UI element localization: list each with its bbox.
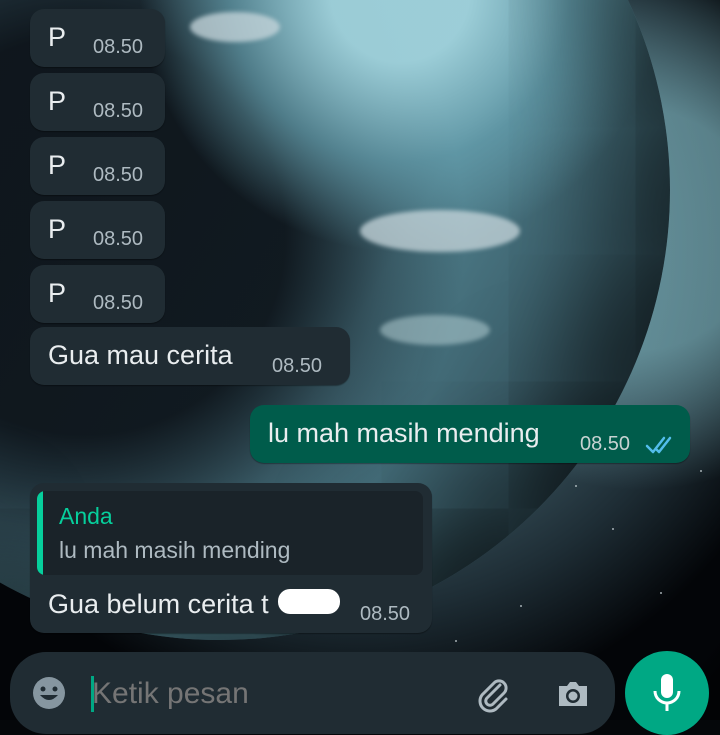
wallpaper-star [520,605,522,607]
message-time: 08.50 [93,164,144,186]
incoming-message-bubble[interactable]: Gua mau cerita 08.50 [30,327,350,385]
message-composer[interactable] [10,652,615,734]
wallpaper-star [575,485,577,487]
message-text: P [48,214,67,244]
message-time: 08.50 [93,292,144,314]
outgoing-message-bubble[interactable]: lu mah masih mending 08.50 [250,405,690,463]
message-time: 08.50 [93,100,144,122]
wallpaper-star [612,528,614,530]
message-text: P [48,22,67,52]
censor-scribble [278,589,340,614]
wallpaper-star [455,640,457,642]
incoming-message-bubble[interactable]: P 08.50 [30,137,165,195]
message-text: Gua mau cerita [48,340,233,370]
wallpaper-star [660,592,662,594]
message-text: P [48,150,67,180]
message-text: Gua belum cerita t [48,589,269,619]
mic-icon [649,671,685,715]
message-text: P [48,278,67,308]
read-double-tick-icon [645,435,677,460]
wallpaper-cloud [360,210,520,252]
wallpaper-cloud [190,12,280,42]
message-time: 08.50 [360,603,411,625]
quoted-message-card[interactable]: Anda lu mah masih mending [37,491,423,575]
message-time: 08.50 [93,228,144,250]
incoming-message-bubble[interactable]: P 08.50 [30,9,165,67]
incoming-message-bubble[interactable]: P 08.50 [30,201,165,259]
attach-icon[interactable] [473,674,513,714]
message-time: 08.50 [272,355,323,377]
message-time: 08.50 [580,433,631,455]
camera-icon[interactable] [553,674,593,714]
wallpaper-cloud [380,315,490,345]
mic-button[interactable] [625,651,709,735]
incoming-message-bubble[interactable]: P 08.50 [30,265,165,323]
message-time: 08.50 [93,36,144,58]
message-text: P [48,86,67,116]
quoted-message-accent-bar [37,491,43,575]
message-input[interactable] [90,670,464,718]
emoji-icon[interactable] [30,674,68,712]
wallpaper-star [700,470,702,472]
message-text: lu mah masih mending [268,418,540,448]
quoted-author: Anda [59,503,113,529]
incoming-message-bubble[interactable]: P 08.50 [30,73,165,131]
quoted-text: lu mah masih mending [59,537,291,563]
incoming-reply-message-bubble[interactable]: Anda lu mah masih mending Gua belum ceri… [30,483,432,633]
